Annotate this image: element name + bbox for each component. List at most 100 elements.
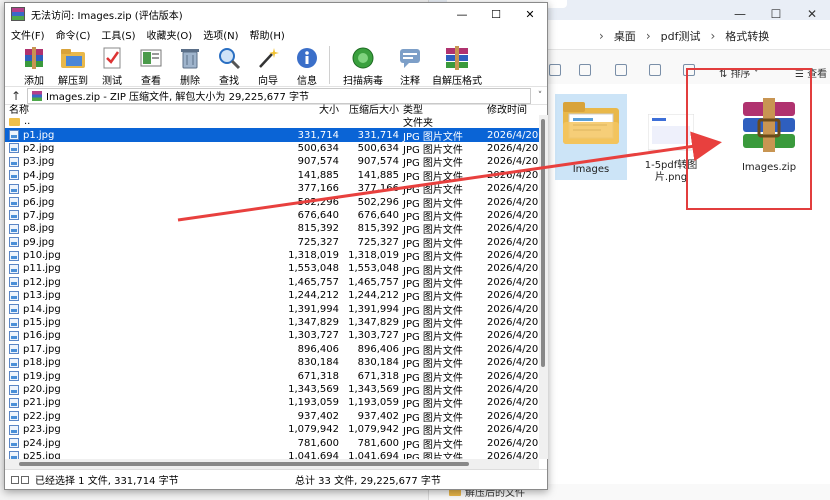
table-row[interactable]: p22.jpg937,402937,402JPG 图片文件2026/4/20 1 [5, 410, 539, 424]
table-row[interactable]: p17.jpg896,406896,406JPG 图片文件2026/4/20 1 [5, 343, 539, 357]
file-packed-size: 896,406 [357, 343, 399, 355]
rename-icon[interactable] [615, 64, 627, 76]
file-size: 331,714 [297, 129, 339, 141]
winrar-toolbar: 添加 解压到 测试 查看 删除 查找 向导 信息 扫描病毒 注释 自解压格式 [5, 43, 547, 87]
breadcrumb-item[interactable]: 格式转换 [725, 28, 769, 44]
wizard-button[interactable]: 向导 [249, 43, 287, 87]
file-name: p22.jpg [23, 410, 61, 422]
table-row[interactable]: p3.jpg907,574907,574JPG 图片文件2026/4/20 1 [5, 155, 539, 169]
file-name: p16.jpg [23, 330, 61, 342]
share-icon[interactable] [649, 64, 661, 76]
sort-caret-icon: ^ [145, 101, 152, 107]
chevron-right-icon: › [599, 29, 604, 43]
test-button[interactable]: 测试 [93, 43, 131, 87]
close-icon[interactable]: ✕ [513, 3, 547, 25]
file-modified: 2026/4/20 1 [487, 410, 539, 422]
maximize-icon[interactable]: ☐ [479, 3, 513, 25]
file-name: p9.jpg [23, 236, 55, 248]
jpg-file-icon [9, 237, 19, 248]
horizontal-scrollbar[interactable] [5, 459, 539, 469]
file-modified: 2026/4/20 1 [487, 142, 539, 154]
menu-commands[interactable]: 命令(C) [56, 27, 91, 42]
table-row[interactable]: p9.jpg725,327725,327JPG 图片文件2026/4/20 1 [5, 236, 539, 250]
jpg-file-icon [9, 183, 19, 194]
table-row[interactable]: p6.jpg502,296502,296JPG 图片文件2026/4/20 1 [5, 195, 539, 210]
file-packed-size: 1,244,212 [348, 290, 399, 302]
table-row[interactable]: p23.jpg 1,079,942 1,079,942 JPG 图片文件 2026/4/… [5, 423, 539, 437]
table-row[interactable]: p20.jpg 1,343,569 1,343,569 JPG 图片文件 2026/4/… [5, 383, 539, 397]
copy-icon[interactable] [579, 64, 591, 76]
jpg-file-icon [9, 317, 19, 328]
scroll-thumb[interactable] [541, 119, 545, 367]
sfx-button[interactable]: 自解压格式 [430, 43, 484, 87]
test-icon [99, 45, 125, 71]
table-row[interactable]: p24.jpg781,600781,600JPG 图片文件2026/4/20 1 [5, 436, 539, 451]
minimize-icon[interactable]: — [445, 3, 479, 25]
chevron-down-icon[interactable]: ˅ [533, 91, 547, 101]
menu-help[interactable]: 帮助(H) [250, 27, 285, 42]
table-row[interactable]: p15.jpg 1,347,829 1,347,829 JPG 图片文件 2026/4/… [5, 316, 539, 330]
table-row[interactable]: p2.jpg500,634500,634JPG 图片文件2026/4/20 1 [5, 142, 539, 156]
table-row[interactable]: p19.jpg671,318671,318JPG 图片文件2026/4/20 1 [5, 369, 539, 384]
menu-options[interactable]: 选项(N) [203, 27, 238, 42]
breadcrumb-item[interactable]: pdf测试 [661, 28, 701, 44]
table-row[interactable]: p10.jpg 1,318,019 1,318,019 JPG 图片文件 2026/4/… [5, 249, 539, 263]
file-tile-folder[interactable]: Images [555, 94, 627, 180]
delete-button[interactable]: 删除 [171, 43, 209, 87]
table-row[interactable]: p18.jpg830,184830,184JPG 图片文件2026/4/20 1 [5, 356, 539, 370]
table-row[interactable]: p1.jpg331,714331,714JPG 图片文件2026/4/20 1 [5, 128, 539, 143]
add-button[interactable]: 添加 [15, 43, 53, 87]
scroll-thumb[interactable] [19, 462, 469, 466]
table-row[interactable]: p12.jpg 1,465,757 1,465,757 JPG 图片文件 2026/4/… [5, 276, 539, 290]
delete-icon [177, 45, 203, 71]
view-button[interactable]: 查看 [132, 43, 170, 87]
file-name: p1.jpg [23, 129, 55, 141]
breadcrumb-item[interactable]: 桌面 [614, 28, 636, 44]
table-row[interactable]: p11.jpg 1,553,048 1,553,048 JPG 图片文件 2026/4/… [5, 262, 539, 277]
info-button[interactable]: 信息 [288, 43, 326, 87]
table-row[interactable]: p14.jpg 1,391,994 1,391,994 JPG 图片文件 2026/4/… [5, 302, 539, 317]
virus-scan-button[interactable]: 扫描病毒 [336, 43, 390, 87]
key-icon[interactable] [11, 475, 19, 484]
table-row[interactable]: p16.jpg 1,303,727 1,303,727 JPG 图片文件 2026/4/… [5, 329, 539, 343]
file-type: JPG 图片文件 [403, 452, 463, 459]
status-total: 总计 33 文件, 29,225,677 字节 [295, 476, 441, 487]
disk-icon[interactable] [21, 475, 29, 484]
table-row[interactable]: p21.jpg 1,193,059 1,193,059 JPG 图片文件 2026/4/… [5, 396, 539, 410]
find-button[interactable]: 查找 [210, 43, 248, 87]
table-row[interactable]: p4.jpg141,885141,885JPG 图片文件2026/4/20 1 [5, 169, 539, 183]
table-row[interactable]: p8.jpg815,392815,392JPG 图片文件2026/4/20 1 [5, 222, 539, 236]
column-modified[interactable]: 修改时间 [485, 101, 539, 116]
comment-button[interactable]: 注释 [391, 43, 429, 87]
view-icon [138, 45, 164, 71]
column-type[interactable]: 类型 [399, 101, 485, 116]
file-packed-size: 1,553,048 [348, 263, 399, 275]
vertical-scrollbar[interactable] [539, 115, 548, 459]
file-size: 937,402 [297, 410, 339, 422]
cut-icon[interactable] [549, 64, 561, 76]
file-size: 141,885 [297, 169, 339, 181]
table-row[interactable]: p5.jpg377,166377,166JPG 图片文件2026/4/20 1 [5, 182, 539, 196]
menu-favorites[interactable]: 收藏夹(O) [147, 27, 193, 42]
menu-file[interactable]: 文件(F) [11, 27, 45, 42]
file-size: 830,184 [297, 357, 339, 369]
file-modified: 2026/4/20 1 [487, 209, 539, 221]
table-row[interactable]: p7.jpg676,640676,640JPG 图片文件2026/4/20 1 [5, 209, 539, 223]
file-size: 1,343,569 [288, 384, 339, 395]
file-name: p5.jpg [23, 183, 55, 195]
toolbar-label: 查找 [219, 76, 239, 87]
file-modified: 2026/4/20 1 [487, 384, 539, 395]
file-size: 676,640 [297, 209, 339, 221]
file-modified: 2026/4/20 1 [487, 397, 539, 409]
parent-folder-row[interactable]: .. 文件夹 [5, 115, 539, 129]
file-packed-size: 1,193,059 [348, 397, 399, 409]
column-packed[interactable]: 压缩后大小 [339, 101, 399, 116]
file-packed-size: 1,465,757 [348, 276, 399, 288]
column-size[interactable]: 大小 [285, 101, 339, 116]
menu-tools[interactable]: 工具(S) [101, 27, 135, 42]
jpg-file-icon [9, 424, 19, 435]
table-row[interactable]: p25.jpg 1,041,694 1,041,694 JPG 图片文件 2026/4/… [5, 450, 539, 459]
extract-to-button[interactable]: 解压到 [54, 43, 92, 87]
table-row[interactable]: p13.jpg 1,244,212 1,244,212 JPG 图片文件 2026/4/… [5, 289, 539, 303]
file-modified: 2026/4/20 1 [487, 317, 539, 329]
